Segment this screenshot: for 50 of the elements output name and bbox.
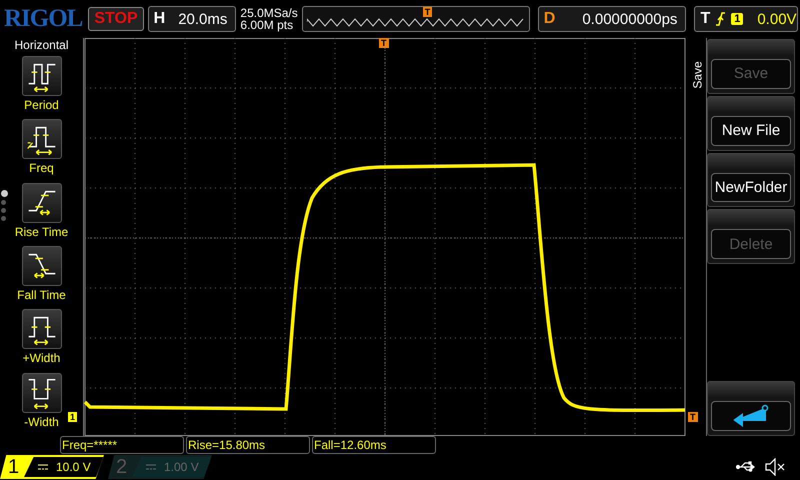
trigger-level-marker: T	[688, 412, 698, 422]
trigger-level: 0.00V	[757, 10, 797, 28]
trigger-box[interactable]: T 1 0.00V	[694, 6, 798, 32]
page-dot[interactable]	[1, 208, 6, 213]
measure-button[interactable]	[22, 182, 62, 223]
delay-value: 0.00000000ps	[581, 10, 678, 28]
page-dot[interactable]	[1, 190, 8, 197]
speaker-muted-icon[interactable]	[764, 458, 786, 476]
channel-tab[interactable]: 1 10.0 V	[0, 455, 104, 479]
measure-button[interactable]	[22, 56, 62, 96]
page-dot[interactable]	[1, 216, 6, 221]
measurement-readout: Rise=15.80ms	[186, 436, 310, 454]
channel-marker: 1	[68, 412, 78, 422]
trigger-position-marker: T	[379, 38, 388, 48]
dc-coupling-icon	[38, 464, 48, 470]
rising-edge-icon	[715, 12, 726, 26]
memory-depth: 6.00M pts	[240, 19, 294, 31]
measure-label: -Width	[24, 414, 59, 429]
measure-button[interactable]	[22, 119, 62, 160]
measure-label: Period	[24, 98, 59, 112]
measure-button[interactable]	[22, 246, 62, 286]
channel-scale: 1.00 V	[164, 460, 199, 474]
measurement-readout: Freq=*****	[60, 436, 184, 454]
menu-title: Horizontal	[13, 38, 70, 52]
measure-button[interactable]	[22, 372, 62, 413]
sample-rate: 25.0MSa/s	[240, 7, 298, 19]
measure-label: Freq	[29, 161, 54, 176]
measurement-readout: Fall=12.60ms	[312, 436, 436, 454]
measure-label: Rise Time	[14, 224, 68, 239]
page-dot[interactable]	[1, 200, 6, 205]
delay-box[interactable]: D 0.00000000ps	[538, 6, 686, 32]
channel-number: 1	[7, 456, 20, 478]
softkey-button[interactable]: New File	[711, 116, 791, 146]
trigger-position-marker: T	[422, 7, 432, 17]
timebase-value: 20.0ms	[177, 10, 228, 28]
softkey-button[interactable]: NewFolder	[711, 172, 791, 202]
dc-coupling-icon	[146, 464, 156, 470]
return-button[interactable]	[711, 401, 791, 431]
delay-label: D	[542, 10, 556, 28]
menu-title: Save	[690, 61, 705, 89]
measure-label: Fall Time	[17, 288, 66, 302]
trigger-source: 1	[731, 13, 744, 25]
channel-number: 2	[115, 456, 128, 478]
channel-scale: 10.0 V	[56, 460, 91, 474]
brand-logo: RIGOL	[4, 5, 82, 33]
measure-button[interactable]	[22, 309, 62, 350]
timebase-box[interactable]: H 20.0ms	[148, 6, 236, 32]
timebase-label: H	[152, 10, 166, 28]
measure-label: +Width	[22, 351, 60, 366]
trigger-label: T	[699, 10, 712, 28]
